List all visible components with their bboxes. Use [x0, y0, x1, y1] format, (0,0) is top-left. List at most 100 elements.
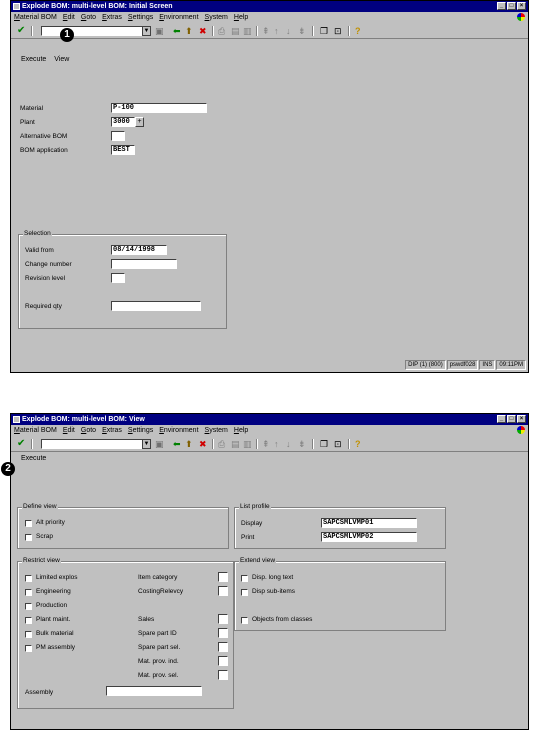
menu-material-bom[interactable]: Material BOM: [14, 425, 57, 436]
status-time: 09:11PM: [496, 360, 526, 370]
back-arrow-icon[interactable]: ⬅: [173, 26, 181, 36]
help-icon[interactable]: ?: [355, 439, 361, 449]
minimize-button[interactable]: _: [497, 415, 506, 423]
status-insert-mode[interactable]: INS: [479, 360, 496, 370]
save-icon[interactable]: ▣: [155, 439, 164, 449]
exit-icon[interactable]: ⬆: [185, 26, 193, 36]
cancel-icon[interactable]: ✖: [199, 26, 207, 36]
create-session-icon[interactable]: ❐: [320, 26, 328, 36]
maximize-button[interactable]: □: [507, 415, 516, 423]
disp-sub-items-checkbox[interactable]: [241, 589, 248, 596]
spare-part-sel-field[interactable]: [218, 642, 228, 652]
save-icon[interactable]: ▣: [155, 26, 164, 36]
required-qty-field[interactable]: [111, 301, 201, 311]
menu-settings[interactable]: Settings: [128, 425, 153, 436]
item-category-field[interactable]: [218, 572, 228, 582]
first-page-icon[interactable]: ⇞: [262, 439, 270, 449]
shortcut-icon[interactable]: ⊡: [334, 26, 342, 36]
view-button[interactable]: View: [54, 53, 69, 67]
command-field[interactable]: [41, 26, 143, 36]
revision-level-field[interactable]: [111, 273, 125, 283]
enter-check-icon[interactable]: ✔: [17, 26, 25, 36]
bulk-material-checkbox[interactable]: [25, 631, 32, 638]
enter-check-icon[interactable]: ✔: [17, 439, 25, 449]
sales-field[interactable]: [218, 614, 228, 624]
previous-page-icon[interactable]: ↑: [274, 439, 279, 449]
spare-part-id-field[interactable]: [218, 628, 228, 638]
valid-from-field[interactable]: 08/14/1998: [111, 245, 167, 255]
alternative-bom-field[interactable]: [111, 131, 125, 141]
scrap-checkbox[interactable]: [25, 534, 32, 541]
print-profile-field[interactable]: SAPCSMLVMP02: [321, 532, 417, 542]
menu-edit[interactable]: Edit: [63, 12, 75, 23]
create-session-icon[interactable]: ❐: [320, 439, 328, 449]
command-field[interactable]: [41, 439, 143, 449]
window-title: Explode BOM: multi-level BOM: Initial Sc…: [22, 3, 173, 10]
objects-from-classes-checkbox[interactable]: [241, 617, 248, 624]
first-page-icon[interactable]: ⇞: [262, 26, 270, 36]
close-window-button[interactable]: ×: [517, 415, 526, 423]
costing-relevancy-field[interactable]: [218, 586, 228, 596]
help-icon[interactable]: ?: [355, 26, 361, 36]
menu-goto[interactable]: Goto: [81, 12, 96, 23]
menu-system[interactable]: System: [205, 12, 228, 23]
execute-button[interactable]: Execute: [21, 53, 46, 67]
bom-application-field[interactable]: BEST: [111, 145, 135, 155]
menu-help[interactable]: Help: [234, 12, 248, 23]
status-system[interactable]: DIP (1) (800): [405, 360, 446, 370]
alt-priority-checkbox[interactable]: [25, 520, 32, 527]
last-page-icon[interactable]: ⇟: [298, 439, 306, 449]
execute-button[interactable]: Execute: [21, 452, 46, 466]
menu-edit[interactable]: Edit: [63, 425, 75, 436]
menu-environment[interactable]: Environment: [159, 425, 198, 436]
exit-icon[interactable]: ⬆: [185, 439, 193, 449]
maximize-button[interactable]: □: [507, 2, 516, 10]
cancel-icon[interactable]: ✖: [199, 439, 207, 449]
engineering-checkbox[interactable]: [25, 589, 32, 596]
menu-environment[interactable]: Environment: [159, 12, 198, 23]
plant-search-help-button[interactable]: +: [135, 117, 144, 127]
engineering-label: Engineering: [36, 588, 71, 595]
production-checkbox[interactable]: [25, 603, 32, 610]
menu-settings[interactable]: Settings: [128, 12, 153, 23]
find-next-icon[interactable]: ▥: [243, 26, 252, 36]
next-page-icon[interactable]: ↓: [286, 26, 291, 36]
assembly-field[interactable]: [106, 686, 202, 696]
command-dropdown-icon[interactable]: ▼: [142, 439, 151, 449]
limited-explos-checkbox[interactable]: [25, 575, 32, 582]
close-window-button[interactable]: ×: [517, 2, 526, 10]
find-icon[interactable]: ▤: [231, 26, 240, 36]
shortcut-icon[interactable]: ⊡: [334, 439, 342, 449]
minimize-button[interactable]: _: [497, 2, 506, 10]
plant-maint-label: Plant maint.: [36, 616, 71, 623]
material-field[interactable]: P-100: [111, 103, 207, 113]
menu-material-bom[interactable]: Material BOM: [14, 12, 57, 23]
item-category-label: Item category: [138, 574, 178, 581]
change-number-field[interactable]: [111, 259, 177, 269]
menu-help[interactable]: Help: [234, 425, 248, 436]
mat-prov-ind-field[interactable]: [218, 656, 228, 666]
plant-maint-checkbox[interactable]: [25, 617, 32, 624]
menu-goto[interactable]: Goto: [81, 425, 96, 436]
pm-assembly-checkbox[interactable]: [25, 645, 32, 652]
find-next-icon[interactable]: ▥: [243, 439, 252, 449]
command-dropdown-icon[interactable]: ▼: [142, 26, 151, 36]
find-icon[interactable]: ▤: [231, 439, 240, 449]
menu-extras[interactable]: Extras: [102, 425, 122, 436]
display-profile-field[interactable]: SAPCSMLVMP01: [321, 518, 417, 528]
mat-prov-sel-field[interactable]: [218, 670, 228, 680]
menu-extras[interactable]: Extras: [102, 12, 122, 23]
back-arrow-icon[interactable]: ⬅: [173, 439, 181, 449]
next-page-icon[interactable]: ↓: [286, 439, 291, 449]
menu-system[interactable]: System: [205, 425, 228, 436]
plant-field[interactable]: 3000: [111, 117, 135, 127]
last-page-icon[interactable]: ⇟: [298, 26, 306, 36]
toolbar-separator: [31, 439, 33, 449]
window-system-icon[interactable]: [13, 3, 20, 10]
disp-long-text-checkbox[interactable]: [241, 575, 248, 582]
print-icon[interactable]: ⎙: [218, 26, 225, 36]
previous-page-icon[interactable]: ↑: [274, 26, 279, 36]
print-icon[interactable]: ⎙: [218, 439, 225, 449]
window-system-icon[interactable]: [13, 416, 20, 423]
assembly-label: Assembly: [25, 689, 54, 696]
